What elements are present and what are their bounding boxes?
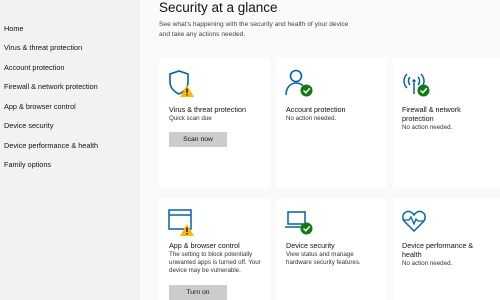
laptop-check-icon (285, 211, 313, 235)
sidebar-item-device-performance[interactable]: Device performance & health (4, 141, 98, 150)
card-description: Quick scan due (169, 115, 212, 122)
card-title: Account protection (286, 105, 346, 114)
heart-pulse-icon (402, 210, 426, 233)
card-firewall-network-protection[interactable]: Firewall & network protection No action … (393, 58, 500, 188)
card-description: No action needed. (402, 124, 453, 131)
page-subtitle: See what's happening with the security a… (159, 21, 349, 38)
sidebar-item-account-protection[interactable]: Account protection (4, 63, 64, 72)
card-virus-threat-protection[interactable]: Virus & threat protection Quick scan due… (159, 58, 270, 188)
sidebar-item-home[interactable]: Home (4, 24, 23, 33)
card-title: Device security (286, 241, 335, 250)
scan-now-button[interactable]: Scan now (169, 132, 227, 147)
card-description: No action needed. (286, 115, 337, 122)
card-title: Virus & threat protection (169, 105, 246, 114)
sidebar-item-firewall-network[interactable]: Firewall & network protection (4, 82, 98, 91)
page-title: Security at a glance (159, 0, 278, 15)
card-description: View status and manage hardware security… (286, 251, 361, 266)
sidebar-item-family-options[interactable]: Family options (4, 160, 51, 169)
card-description: No action needed. (402, 260, 453, 267)
shield-warning-icon (169, 70, 194, 97)
card-title: App & browser control (169, 241, 240, 250)
turn-on-button[interactable]: Turn on (169, 285, 227, 300)
sidebar-item-virus-threat-protection[interactable]: Virus & threat protection (4, 43, 82, 52)
antenna-check-icon (403, 73, 430, 97)
card-description: The setting to block potentially unwante… (169, 251, 261, 274)
card-account-protection[interactable]: Account protection No action needed. (276, 58, 387, 188)
card-title: Firewall & network protection (402, 105, 461, 123)
sidebar-item-app-browser-control[interactable]: App & browser control (4, 102, 76, 111)
person-check-icon (285, 69, 313, 97)
card-device-security[interactable]: Device security View status and manage h… (276, 198, 387, 300)
sidebar-item-device-security[interactable]: Device security (4, 121, 53, 130)
sidebar-nav: Home Virus & threat protection Account p… (0, 0, 140, 300)
card-device-performance-health[interactable]: Device performance & health No action ne… (393, 198, 500, 300)
card-title: Device performance & health (402, 241, 474, 259)
card-app-browser-control[interactable]: App & browser control The setting to blo… (159, 198, 270, 300)
browser-warning-icon (168, 209, 194, 236)
